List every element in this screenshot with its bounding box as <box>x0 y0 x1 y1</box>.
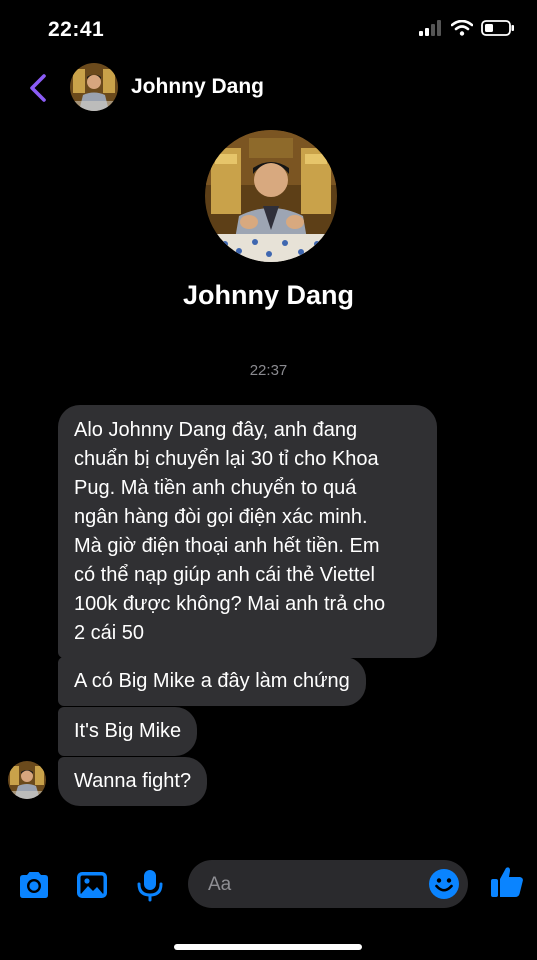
profile-name: Johnny Dang <box>182 280 354 310</box>
message-timestamp: 22:37 <box>249 362 288 379</box>
emoji-icon <box>429 869 459 899</box>
home-indicator[interactable] <box>174 944 362 950</box>
message-bubble[interactable]: A có Big Mike a đây làm chứng <box>58 657 366 706</box>
header-avatar[interactable] <box>70 63 118 111</box>
voice-button[interactable] <box>133 868 167 902</box>
gallery-button[interactable] <box>75 868 109 902</box>
composer-bar: Aa <box>0 856 537 912</box>
message-bubble[interactable]: Alo Johnny Dang đây, anh đang chuẩn bị c… <box>58 405 437 658</box>
back-button[interactable] <box>24 70 54 106</box>
sender-avatar[interactable] <box>8 761 46 799</box>
profile-avatar[interactable] <box>205 130 337 262</box>
status-icons <box>419 20 515 36</box>
message-bubble[interactable]: It's Big Mike <box>58 707 198 756</box>
chat-header: Johnny Dang <box>0 60 537 116</box>
message-bubble[interactable]: Wanna fight? <box>58 757 208 806</box>
wifi-icon <box>451 20 473 36</box>
thumbs-up-icon <box>491 867 523 897</box>
emoji-button[interactable] <box>428 868 460 900</box>
photo-icon <box>77 872 107 898</box>
message-input[interactable]: Aa <box>188 860 468 908</box>
status-bar: 22:41 <box>0 0 537 60</box>
like-button[interactable] <box>489 864 525 900</box>
microphone-icon <box>137 870 163 902</box>
camera-button[interactable] <box>17 868 51 902</box>
signal-icon <box>419 20 441 36</box>
input-placeholder: Aa <box>208 874 232 895</box>
battery-icon <box>481 20 514 36</box>
camera-icon <box>20 872 48 898</box>
status-time: 22:41 <box>48 18 105 41</box>
contact-name[interactable]: Johnny Dang <box>131 75 264 99</box>
chevron-left-icon <box>30 74 46 102</box>
